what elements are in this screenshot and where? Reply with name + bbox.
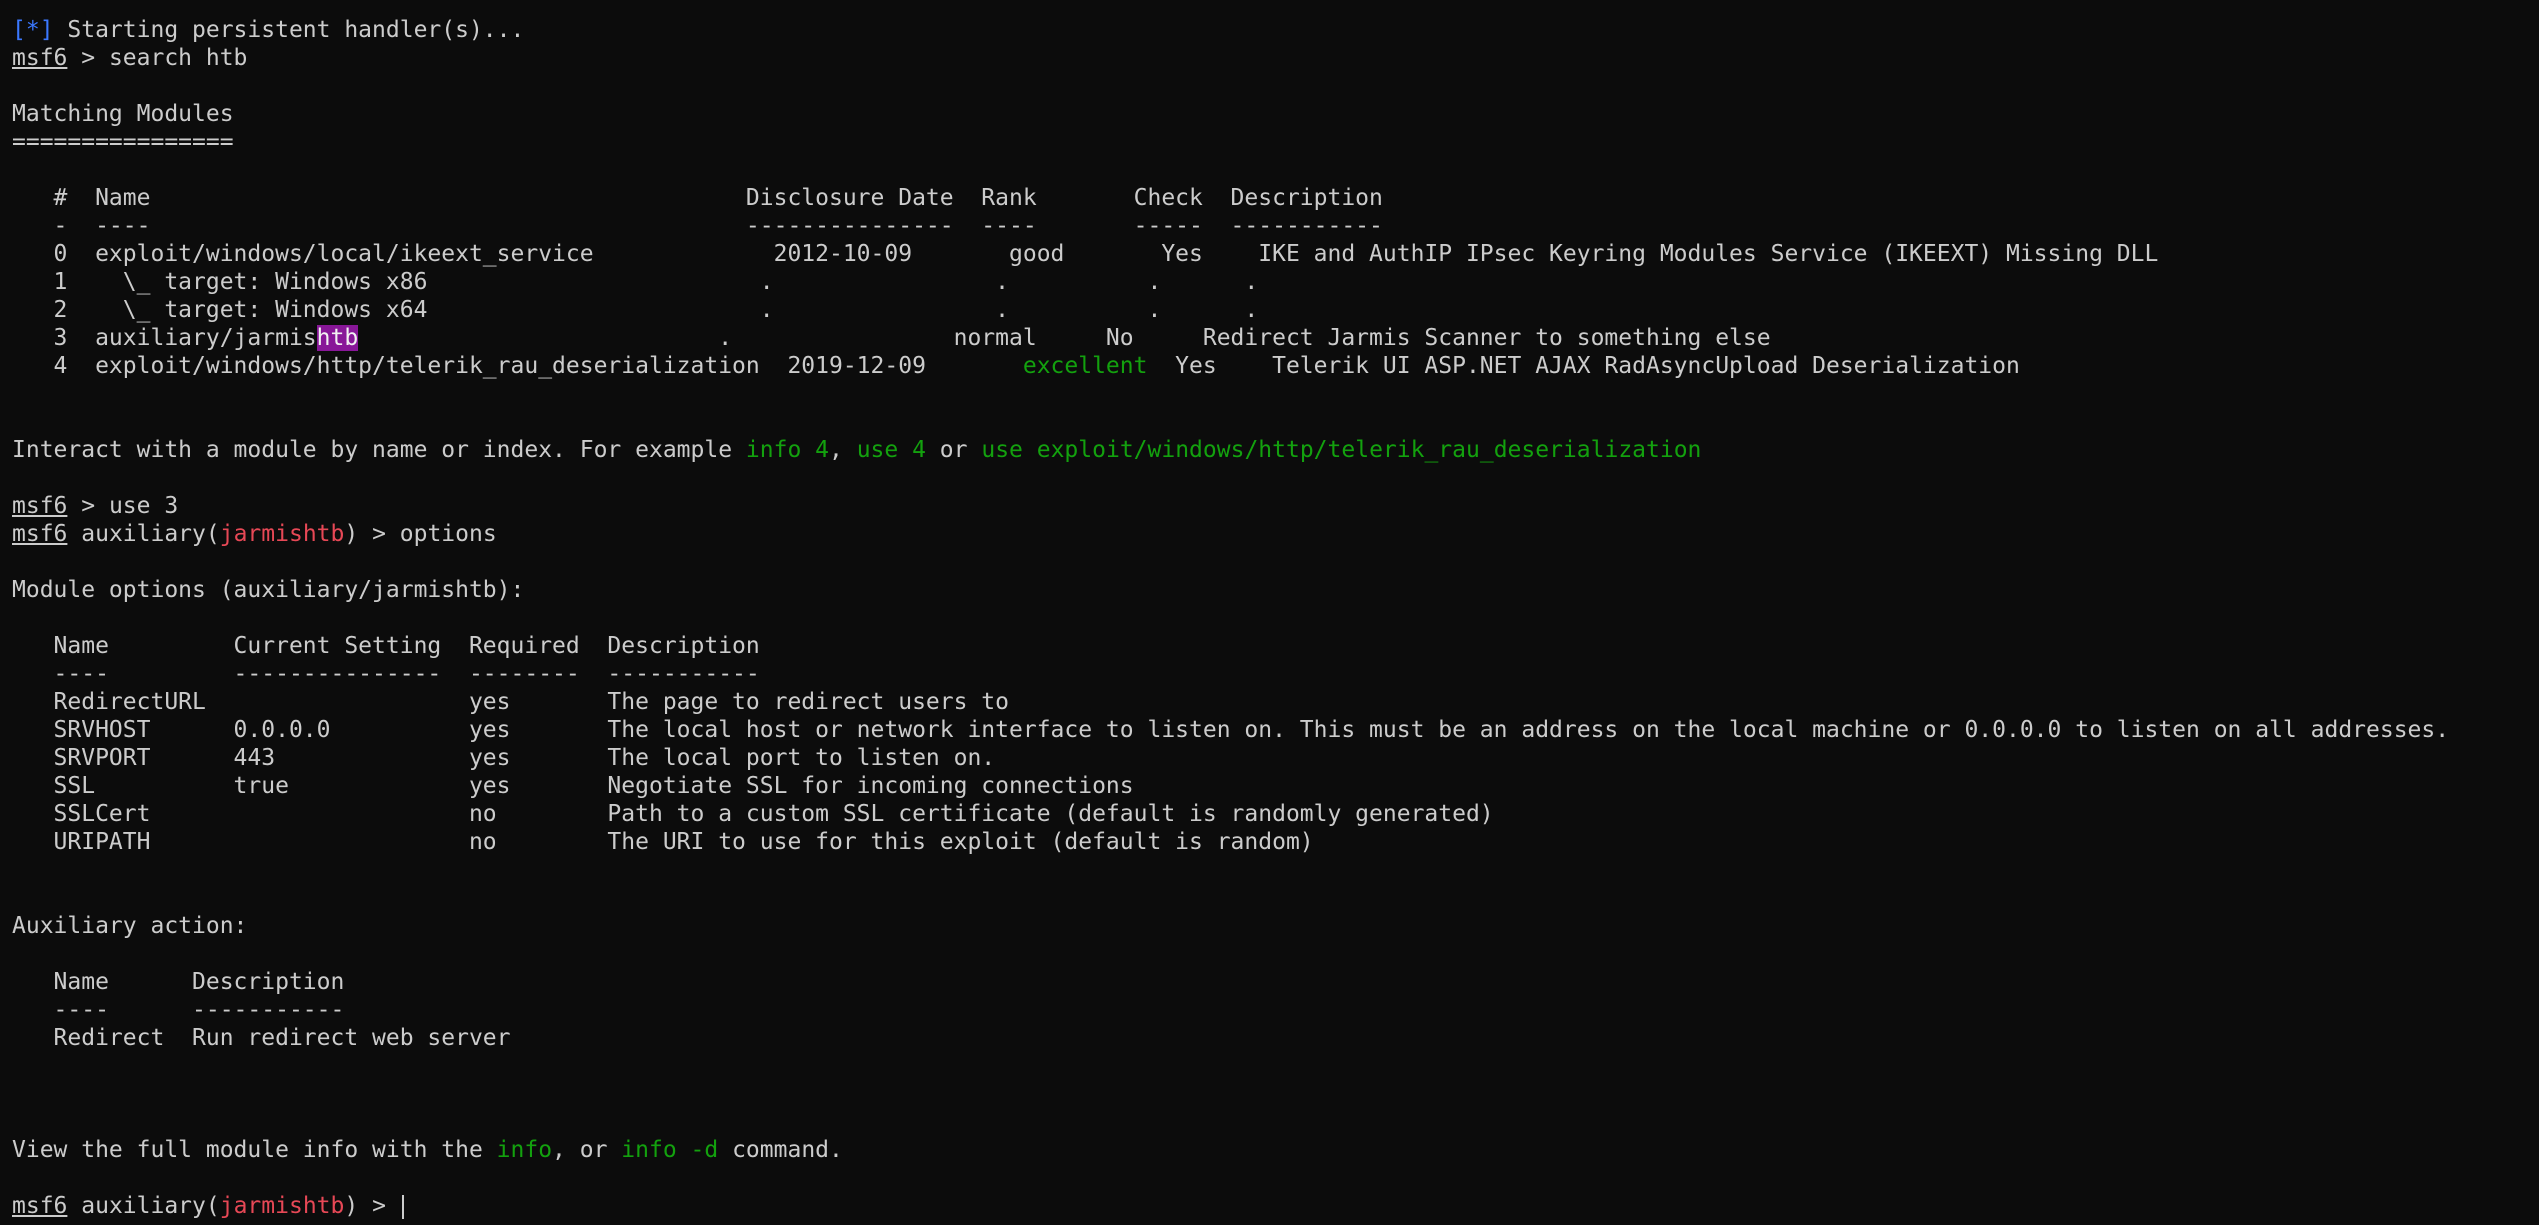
table-row: 3 auxiliary/jarmishtb . normal No Redire… [12, 324, 2532, 352]
table-row: 4 exploit/windows/http/telerik_rau_deser… [12, 352, 2532, 380]
table-header: Name Description [12, 969, 345, 995]
hint-text: or [925, 437, 982, 463]
hint-command: info [496, 1137, 553, 1163]
hint-command: use 4 [856, 437, 926, 463]
row-text: 3 auxiliary/jarmis [12, 325, 317, 351]
table-header: # Name Disclosure Date Rank Check Descri… [12, 185, 1383, 211]
command-text: use 3 [108, 493, 179, 519]
prompt-arrow: > [358, 521, 400, 547]
table-row: Redirect Run redirect web server [12, 1025, 511, 1051]
prompt-name: msf6 [12, 45, 68, 71]
command-text: search htb [108, 45, 248, 71]
prompt-module-suffix: ) [344, 521, 359, 547]
table-row: SSLCert no Path to a custom SSL certific… [12, 801, 1494, 827]
section-underline: ================ [12, 129, 234, 155]
prompt-line-use: msf6 > use 3 [12, 492, 2532, 520]
prompt-arrow: > [358, 1193, 400, 1219]
active-prompt-line[interactable]: msf6 auxiliary(jarmishtb) > [12, 1192, 2532, 1220]
hint-command: use exploit/windows/http/telerik_rau_des… [981, 437, 1702, 463]
table-row: SRVPORT 443 yes The local port to listen… [12, 745, 996, 771]
table-divider: - ---- --------------- ---- ----- ------… [12, 213, 1383, 239]
status-marker: [*] [12, 17, 54, 43]
table-divider: ---- --------------- -------- ----------… [12, 661, 760, 687]
table-row: SSL true yes Negotiate SSL for incoming … [12, 773, 1134, 799]
prompt-line-search: msf6 > search htb [12, 44, 2532, 72]
row-text: . normal No Redirect Jarmis Scanner to s… [358, 325, 1771, 351]
table-row: 2 \_ target: Windows x64 . . . . [12, 297, 1259, 323]
table-row: SRVHOST 0.0.0.0 yes The local host or ne… [12, 717, 2450, 743]
section-title: Module options (auxiliary/jarmishtb): [12, 577, 525, 603]
table-row: RedirectURL yes The page to redirect use… [12, 689, 1009, 715]
startup-message: Starting persistent handler(s)... [53, 17, 525, 43]
startup-line: [*] Starting persistent handler(s)... [12, 16, 2532, 44]
text-cursor[interactable] [401, 1194, 404, 1219]
section-title: Matching Modules [12, 101, 234, 127]
table-row: 1 \_ target: Windows x86 . . . . [12, 269, 1259, 295]
table-row: 0 exploit/windows/local/ikeext_service 2… [12, 241, 2159, 267]
interact-hint: Interact with a module by name or index.… [12, 436, 2532, 464]
hint-command: info 4 [745, 437, 829, 463]
terminal-output[interactable]: [*] Starting persistent handler(s)... ms… [12, 16, 2532, 1220]
prompt-module-name: jarmishtb [219, 1193, 345, 1219]
prompt-name: msf6 [12, 493, 68, 519]
rank-excellent: excellent [1022, 353, 1148, 379]
table-header: Name Current Setting Required Descriptio… [12, 633, 760, 659]
hint-command: info -d [621, 1137, 719, 1163]
search-match-highlight: htb [316, 325, 359, 351]
row-text: 4 exploit/windows/http/telerik_rau_deser… [12, 353, 1023, 379]
prompt-arrow: > [67, 45, 109, 71]
prompt-module-prefix: auxiliary( [81, 521, 220, 547]
command-text: options [399, 521, 497, 547]
prompt-module-prefix: auxiliary( [81, 1193, 220, 1219]
prompt-arrow: > [67, 493, 109, 519]
hint-text: , or [552, 1137, 622, 1163]
table-row: URIPATH no The URI to use for this explo… [12, 829, 1314, 855]
hint-text: command. [718, 1137, 843, 1163]
table-divider: ---- ----------- [12, 997, 345, 1023]
section-title: Auxiliary action: [12, 913, 248, 939]
prompt-module-suffix: ) [344, 1193, 359, 1219]
prompt-line-options: msf6 auxiliary(jarmishtb) > options [12, 520, 2532, 548]
hint-text: Interact with a module by name or index.… [12, 437, 746, 463]
info-hint: View the full module info with the info,… [12, 1136, 2532, 1164]
prompt-name: msf6 [12, 1193, 68, 1219]
hint-text: View the full module info with the [12, 1137, 497, 1163]
hint-text: , [829, 437, 857, 463]
prompt-name: msf6 [12, 521, 68, 547]
prompt-module-name: jarmishtb [219, 521, 345, 547]
row-text: Yes Telerik UI ASP.NET AJAX RadAsyncUplo… [1147, 353, 2020, 379]
